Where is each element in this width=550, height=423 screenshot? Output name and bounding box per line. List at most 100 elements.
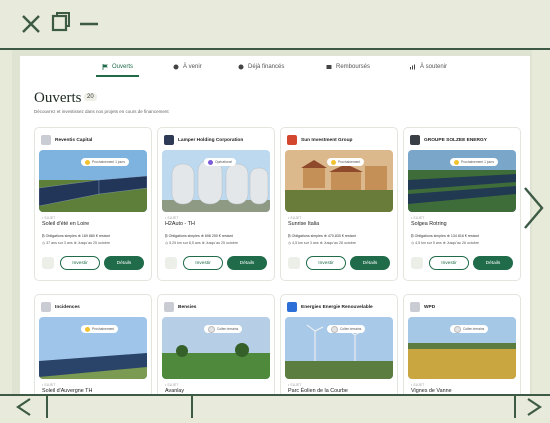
company-logo bbox=[287, 302, 297, 312]
project-image[interactable]: Prochainement bbox=[39, 317, 147, 379]
details-button[interactable]: Détails bbox=[227, 256, 267, 270]
scrollbar-thumb[interactable] bbox=[48, 396, 193, 418]
status-dot-icon bbox=[208, 159, 213, 165]
status-label: Prochainement bbox=[92, 327, 115, 331]
company-name: Sun Investment Group bbox=[301, 137, 353, 143]
card-actions: Investir Détails bbox=[42, 255, 146, 271]
company-logo bbox=[164, 135, 174, 145]
status-label: Collen terrains bbox=[217, 327, 239, 331]
project-tag: • SUJET bbox=[42, 383, 56, 387]
invest-button[interactable]: Investir bbox=[429, 256, 469, 270]
company-logo bbox=[164, 302, 174, 312]
company-logo bbox=[41, 302, 51, 312]
project-image[interactable]: Opérationel bbox=[162, 150, 270, 212]
tab-ouverts[interactable]: Ouverts bbox=[95, 64, 140, 77]
scroll-right-button[interactable] bbox=[514, 396, 550, 418]
project-financing-info: ₿ Obligations simples ⊕ 470,830 € restan… bbox=[288, 234, 356, 238]
tab-label: À venir bbox=[183, 64, 202, 70]
tab-rembourses[interactable]: Remboursés bbox=[326, 64, 370, 70]
invest-button[interactable]: Investir bbox=[60, 256, 100, 270]
bookmark-icon[interactable] bbox=[411, 257, 423, 269]
project-financing-info: ₿ Obligations simples ⊕ 696 250 € restan… bbox=[165, 234, 233, 238]
minimize-icon[interactable] bbox=[78, 12, 100, 36]
project-card[interactable]: Reventis Capital Prochainement 1 jours • S… bbox=[34, 127, 152, 281]
card-actions: Investir Détails bbox=[288, 255, 392, 271]
project-image[interactable]: Prochainement 1 jours bbox=[408, 150, 516, 212]
invest-button[interactable]: Investir bbox=[306, 256, 346, 270]
project-image[interactable]: Collen terrains bbox=[408, 317, 516, 379]
project-card[interactable]: Incidences Prochainement • SUJET Soleil d'A… bbox=[34, 294, 152, 394]
company-name: Reventis Capital bbox=[55, 137, 93, 143]
card-header: Sun Investment Group bbox=[287, 133, 395, 147]
chevron-right-icon[interactable] bbox=[520, 183, 546, 233]
card-header: Energies Energie Renouvelable bbox=[287, 300, 395, 314]
details-button[interactable]: Détails bbox=[350, 256, 390, 270]
bookmark-icon[interactable] bbox=[42, 257, 54, 269]
project-count-badge: 20 bbox=[84, 93, 97, 101]
project-card[interactable]: GROUPE SOLZEE ENERGY Prochainement 1 jour… bbox=[403, 127, 521, 281]
status-label: Prochainement 1 jours bbox=[92, 160, 125, 164]
card-actions: Investir Détails bbox=[411, 255, 515, 271]
project-image[interactable]: Collen terrains bbox=[162, 317, 270, 379]
company-name: Lamper Holding Corporation bbox=[178, 137, 244, 143]
maximize-icon[interactable] bbox=[50, 12, 72, 36]
status-dot-icon bbox=[454, 325, 461, 333]
details-button[interactable]: Détails bbox=[104, 256, 144, 270]
project-listing-page: Ouverts À venir Déjà financés Remboursés… bbox=[20, 56, 530, 394]
card-header: Bensies bbox=[164, 300, 272, 314]
project-name[interactable]: Soleil d'été en Loire bbox=[42, 221, 89, 227]
chart-up-icon bbox=[410, 64, 415, 70]
tab-a-venir[interactable]: À venir bbox=[173, 64, 202, 70]
project-image[interactable]: Prochainement 1 jours bbox=[39, 150, 147, 212]
company-logo bbox=[410, 135, 420, 145]
status-label: Collen terrains bbox=[463, 327, 485, 331]
clock-icon bbox=[173, 64, 179, 70]
horizontal-scrollbar[interactable] bbox=[0, 394, 550, 418]
project-term-info: ◷ 4,5 km sur 5 ans ⊕ Jusqu'au 26 octobre bbox=[411, 241, 479, 245]
status-label: Opérationel bbox=[215, 160, 233, 164]
check-circle-icon bbox=[238, 64, 244, 70]
project-name[interactable]: H2Auto - TH bbox=[165, 221, 195, 227]
close-icon[interactable] bbox=[20, 12, 42, 36]
page-title: Ouverts bbox=[34, 90, 82, 106]
status-label: Prochainement bbox=[338, 160, 361, 164]
invest-button[interactable]: Investir bbox=[183, 256, 223, 270]
status-dot-icon bbox=[85, 326, 90, 332]
bookmark-icon[interactable] bbox=[165, 257, 177, 269]
company-name: Bensies bbox=[178, 304, 197, 310]
status-dot-icon bbox=[454, 159, 459, 165]
status-dot-icon bbox=[331, 325, 338, 333]
tab-label: Déjà financés bbox=[248, 64, 285, 70]
card-header: Reventis Capital bbox=[41, 133, 149, 147]
bookmark-icon[interactable] bbox=[288, 257, 300, 269]
page-subtitle: Découvrez et investissez dans nos projet… bbox=[34, 109, 169, 114]
status-label: Prochainement 1 jours bbox=[461, 160, 494, 164]
project-tag: • SUJET bbox=[288, 383, 302, 387]
flag-icon bbox=[102, 64, 108, 70]
project-tag: • SUJET bbox=[411, 383, 425, 387]
scroll-left-button[interactable] bbox=[0, 396, 48, 418]
tab-label: Remboursés bbox=[336, 64, 371, 70]
project-image[interactable]: Prochainement bbox=[285, 150, 393, 212]
project-card[interactable]: WPD Collen terrains • SUJET Vignes de Vanne bbox=[403, 294, 521, 394]
window-titlebar bbox=[0, 0, 550, 50]
company-logo bbox=[410, 302, 420, 312]
chevron-right-icon bbox=[527, 398, 542, 416]
project-name[interactable]: Solgea Rotring bbox=[411, 221, 447, 227]
project-name[interactable]: Sunrise Italia bbox=[288, 221, 319, 227]
details-button[interactable]: Détails bbox=[473, 256, 513, 270]
project-card[interactable]: Sun Investment Group Prochainement • SUJET… bbox=[280, 127, 398, 281]
project-card[interactable]: Energies Energie Renouvelable Collen terr… bbox=[280, 294, 398, 394]
project-image[interactable]: Collen terrains bbox=[285, 317, 393, 379]
tab-deja-finances[interactable]: Déjà financés bbox=[238, 64, 284, 70]
project-tag: • SUJET bbox=[288, 216, 302, 220]
tab-a-soutenir[interactable]: À soutenir bbox=[410, 64, 447, 70]
card-header: Incidences bbox=[41, 300, 149, 314]
status-badge: Prochainement 1 jours bbox=[81, 158, 129, 166]
project-card[interactable]: Bensies Collen terrains • SUJET Avanlay bbox=[157, 294, 275, 394]
project-card[interactable]: Lamper Holding Corporation Opérationel • S… bbox=[157, 127, 275, 281]
status-badge: Prochainement bbox=[81, 325, 119, 333]
status-tabs: Ouverts À venir Déjà financés Remboursés… bbox=[20, 64, 530, 80]
status-badge: Collen terrains bbox=[450, 325, 489, 333]
company-name: GROUPE SOLZEE ENERGY bbox=[424, 137, 487, 143]
